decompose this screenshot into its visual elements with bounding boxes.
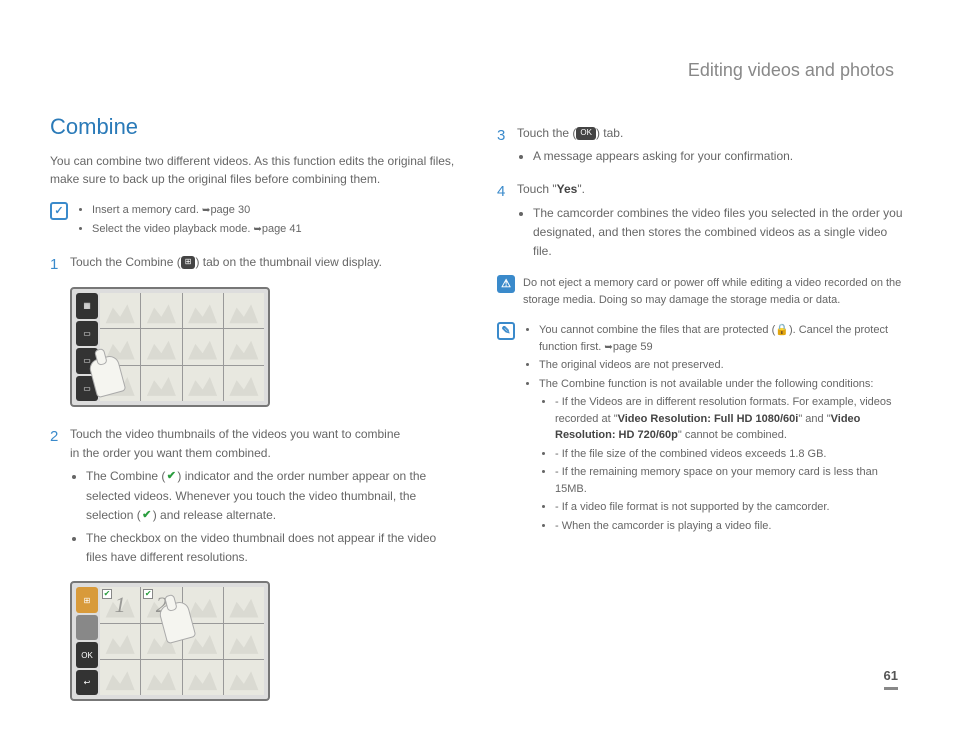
combine-tab-icon: ⊞ [181,256,196,269]
step-bullet: The Combine (✔) indicator and the order … [86,467,457,525]
note-sub-item: If a video file format is not supported … [555,499,904,516]
side-button [76,615,98,641]
step-3: 3 Touch the (OK) tab. A message appears … [497,124,904,170]
note-sub-item: If the Videos are in different resolutio… [555,394,904,444]
content-columns: Combine You can combine two different vi… [50,70,904,719]
lock-icon: 🔒 [775,322,789,339]
step-number: 2 [50,425,70,449]
step-body: Touch the video thumbnails of the videos… [70,425,457,571]
side-button: ▦ [76,293,98,319]
side-button: ▭ [76,321,98,347]
step-bullet: The checkbox on the video thumbnail does… [86,529,457,567]
checkmark-icon: ✔ [165,471,177,483]
page-header: Editing videos and photos [688,60,894,81]
warning-note: ⚠ Do not eject a memory card or power of… [497,275,904,308]
step-number: 3 [497,124,517,148]
prereq-note: ✓ Insert a memory card. ➥page 30 Select … [50,202,457,239]
left-column: Combine You can combine two different vi… [50,70,457,719]
warning-icon: ⚠ [497,275,515,293]
page-title: Combine [50,114,457,140]
intro-text: You can combine two different videos. As… [50,152,457,188]
step-bullet: The camcorder combines the video files y… [533,204,904,262]
ok-tab-icon: OK [576,127,596,140]
note-item: The original videos are not preserved. [539,357,904,374]
note-icon: ✎ [497,322,515,340]
right-column: 3 Touch the (OK) tab. A message appears … [497,70,904,719]
back-button-icon: ↩ [76,670,98,696]
side-button: ⊞ [76,587,98,613]
thumbnail-screen-2: ⊞ OK ↩ ✔1 ✔2 [70,581,270,701]
warning-text: Do not eject a memory card or power off … [523,275,904,308]
note-item: The Combine function is not available un… [539,376,904,535]
step-bullet: A message appears asking for your confir… [533,147,904,166]
page-number: 61 [884,668,898,690]
note-sub-item: If the file size of the combined videos … [555,446,904,463]
note-sub-item: If the remaining memory space on your me… [555,464,904,497]
note-item: You cannot combine the files that are pr… [539,322,904,355]
step-number: 1 [50,253,70,277]
step-body: Touch "Yes". The camcorder combines the … [517,180,904,265]
prereq-item: Insert a memory card. ➥page 30 [92,202,457,219]
ok-button-icon: OK [76,642,98,668]
step-body: Touch the (OK) tab. A message appears as… [517,124,904,170]
thumbnail-screen-1: ▦ ▭ ▭ ▭ [70,287,270,407]
note-sub-item: When the camcorder is playing a video fi… [555,518,904,535]
step-2: 2 Touch the video thumbnails of the vide… [50,425,457,571]
step-1: 1 Touch the Combine (⊞) tab on the thumb… [50,253,457,277]
step-4: 4 Touch "Yes". The camcorder combines th… [497,180,904,265]
step-number: 4 [497,180,517,204]
check-icon: ✓ [50,202,68,220]
prereq-item: Select the video playback mode. ➥page 41 [92,221,457,238]
checkmark-icon: ✔ [141,510,153,522]
step-body: Touch the Combine (⊞) tab on the thumbna… [70,253,457,272]
info-note: ✎ You cannot combine the files that are … [497,322,904,536]
